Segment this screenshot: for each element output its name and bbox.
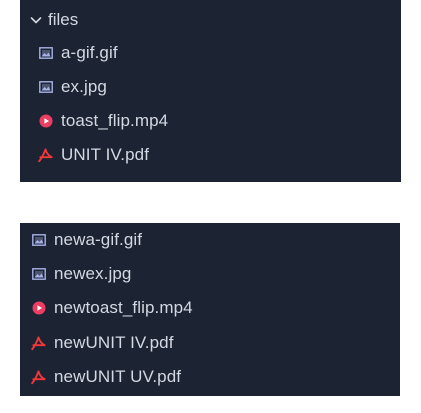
file-label: UNIT IV.pdf (61, 145, 150, 164)
file-item-toast-flip-mp4[interactable]: toast_flip.mp4 (38, 109, 168, 133)
file-explorer-top: files a-gif.gif ex.jpg toast_flip.mp4 UN… (20, 0, 401, 182)
image-icon (31, 267, 46, 282)
file-label: toast_flip.mp4 (61, 111, 169, 130)
file-item-ex-jpg[interactable]: ex.jpg (38, 75, 107, 99)
file-item-newex-jpg[interactable]: newex.jpg (31, 262, 131, 286)
folder-files[interactable]: files (30, 8, 78, 32)
image-icon (38, 46, 53, 61)
chevron-down-icon[interactable] (30, 14, 42, 26)
folder-label: files (48, 10, 79, 29)
file-item-newtoast-flip-mp4[interactable]: newtoast_flip.mp4 (31, 296, 193, 320)
pdf-icon (31, 336, 46, 351)
pdf-icon (31, 370, 46, 385)
file-label: newUNIT IV.pdf (54, 333, 174, 352)
file-item-newunit-uv-pdf[interactable]: newUNIT UV.pdf (31, 365, 181, 389)
file-label: a-gif.gif (61, 43, 118, 62)
play-icon (38, 114, 53, 129)
file-label: ex.jpg (61, 77, 107, 96)
pdf-icon (38, 148, 53, 163)
image-icon (31, 233, 46, 248)
file-item-newunit-iv-pdf[interactable]: newUNIT IV.pdf (31, 331, 174, 355)
file-item-unit-iv-pdf[interactable]: UNIT IV.pdf (38, 143, 149, 167)
file-explorer-bottom: newa-gif.gif newex.jpg newtoast_flip.mp4 (20, 223, 400, 396)
file-item-newa-gif[interactable]: newa-gif.gif (31, 228, 142, 252)
file-label: newtoast_flip.mp4 (54, 298, 193, 317)
play-icon (31, 301, 46, 316)
file-label: newa-gif.gif (54, 230, 143, 249)
file-item-a-gif[interactable]: a-gif.gif (38, 41, 118, 65)
image-icon (38, 80, 53, 95)
file-label: newUNIT UV.pdf (54, 367, 182, 386)
file-label: newex.jpg (54, 264, 132, 283)
